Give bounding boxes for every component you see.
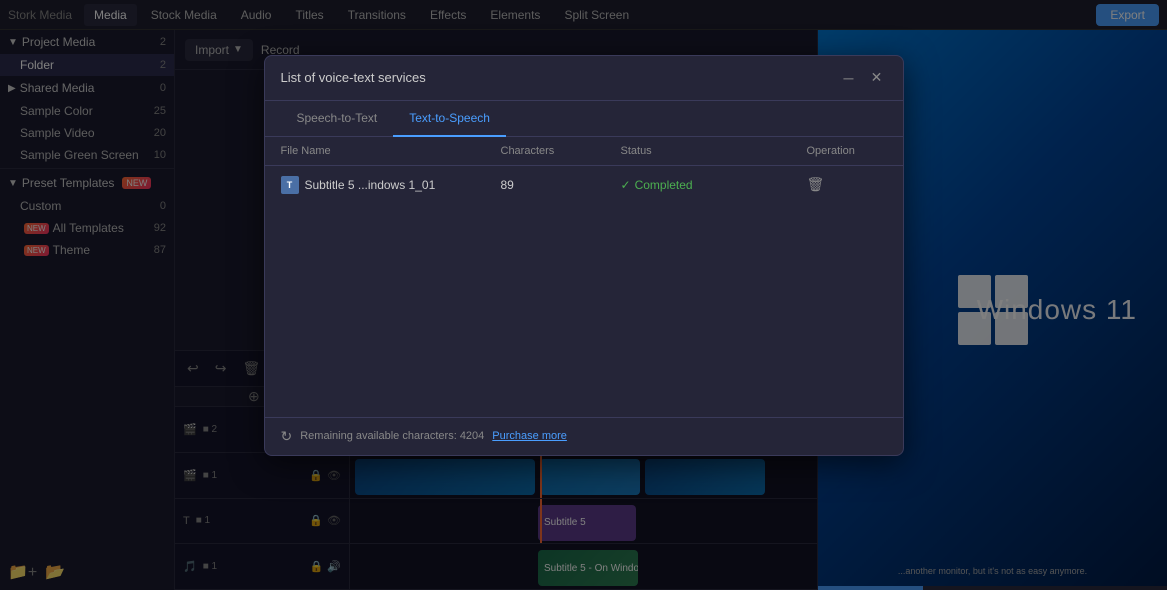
purchase-more-link[interactable]: Purchase more [492, 430, 567, 442]
modal-overlay[interactable]: List of voice-text services ─ ✕ Speech-t… [0, 0, 1167, 590]
status-text: Completed [635, 178, 693, 192]
file-name-text: Subtitle 5 ...indows 1_01 [305, 178, 436, 192]
modal-header: List of voice-text services ─ ✕ [265, 56, 903, 101]
row-filename: T Subtitle 5 ...indows 1_01 [281, 176, 501, 194]
modal-header-buttons: ─ ✕ [839, 68, 887, 88]
modal-minimize-button[interactable]: ─ [839, 68, 859, 88]
modal-table-header: File Name Characters Status Operation [265, 137, 903, 166]
refresh-button[interactable]: ↻ [281, 428, 293, 445]
col-status: Status [621, 145, 807, 157]
col-filename: File Name [281, 145, 501, 157]
row-status: ✓ Completed [621, 178, 807, 192]
row-operation: 🗑 [807, 176, 887, 193]
delete-row-button[interactable]: 🗑 [807, 176, 825, 193]
col-operation: Operation [807, 145, 887, 157]
modal-dialog: List of voice-text services ─ ✕ Speech-t… [264, 55, 904, 456]
list-item: T Subtitle 5 ...indows 1_01 89 ✓ Complet… [265, 166, 903, 204]
modal-tab-stt[interactable]: Speech-to-Text [281, 101, 394, 137]
row-characters: 89 [501, 178, 621, 192]
status-check-icon: ✓ [621, 178, 631, 192]
file-type-icon: T [281, 176, 299, 194]
modal-tab-tts[interactable]: Text-to-Speech [393, 101, 506, 137]
modal-tabs: Speech-to-Text Text-to-Speech [265, 101, 903, 137]
col-characters: Characters [501, 145, 621, 157]
modal-footer: ↻ Remaining available characters: 4204 P… [265, 417, 903, 455]
modal-title: List of voice-text services [281, 70, 426, 85]
modal-body: File Name Characters Status Operation T … [265, 137, 903, 417]
remaining-chars-label: Remaining available characters: 4204 [300, 430, 484, 442]
modal-close-button[interactable]: ✕ [867, 68, 887, 88]
